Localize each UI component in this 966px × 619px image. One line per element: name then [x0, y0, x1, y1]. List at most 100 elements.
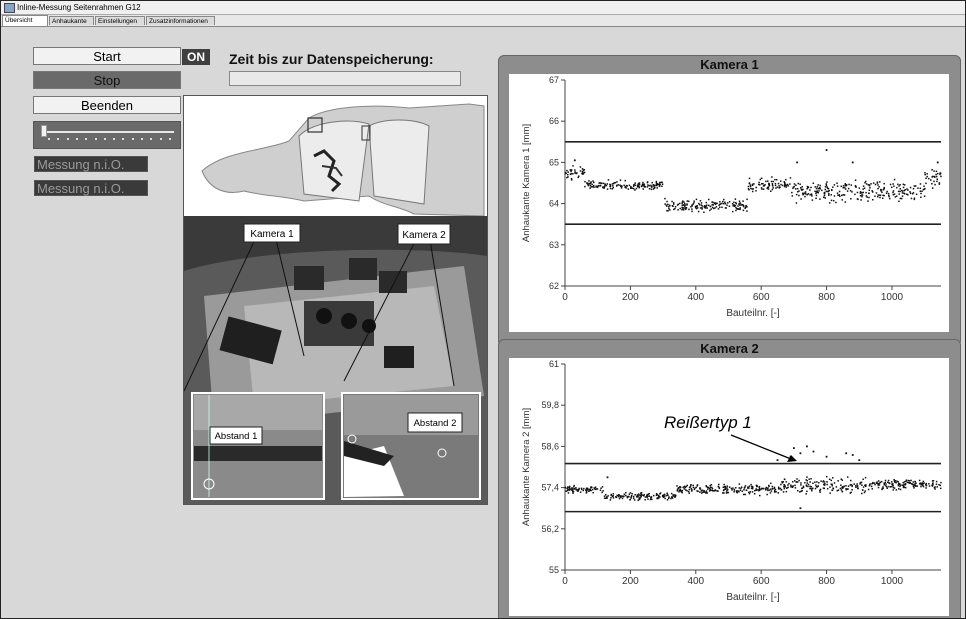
data-point [796, 188, 799, 190]
data-point [814, 186, 817, 188]
data-point [581, 168, 584, 170]
data-point [904, 188, 906, 191]
data-point [900, 484, 902, 486]
data-point [636, 185, 639, 188]
data-point [814, 487, 817, 490]
data-point [879, 194, 881, 196]
data-point [862, 188, 864, 190]
data-point [802, 192, 805, 195]
data-point [854, 193, 856, 196]
data-point [625, 494, 627, 497]
data-point [856, 485, 859, 488]
data-point [772, 180, 774, 183]
data-point [836, 182, 838, 184]
data-point [895, 481, 897, 484]
data-point [867, 488, 870, 491]
beenden-button[interactable]: Beenden [33, 96, 181, 114]
data-point [723, 483, 725, 486]
data-point [677, 209, 679, 211]
data-point [573, 484, 575, 487]
data-point [899, 183, 901, 186]
data-point [892, 190, 895, 192]
x-tick-label: 200 [622, 292, 639, 303]
data-point [624, 186, 626, 188]
data-point [832, 487, 834, 489]
data-point [714, 202, 716, 204]
data-point [705, 490, 708, 492]
data-point [751, 183, 754, 186]
data-point [684, 489, 687, 491]
data-point [767, 180, 769, 182]
data-point [577, 490, 579, 492]
data-point [762, 188, 765, 190]
data-point [652, 183, 655, 186]
data-point [826, 487, 829, 490]
data-point [772, 187, 774, 189]
data-point [616, 181, 618, 183]
data-point [685, 485, 688, 488]
data-point [899, 190, 901, 193]
data-point [588, 180, 590, 182]
data-point [675, 494, 677, 497]
data-point [921, 190, 923, 193]
tab-zusatzinformationen[interactable]: Zusatzinformationen [146, 16, 215, 25]
slider[interactable] [33, 121, 181, 149]
data-point [931, 484, 933, 487]
data-point [678, 491, 680, 493]
data-point [881, 191, 883, 194]
data-point [837, 194, 839, 197]
data-point [656, 187, 658, 189]
data-point [821, 189, 823, 192]
data-point [903, 184, 906, 186]
data-point [823, 487, 826, 490]
data-point [855, 484, 857, 487]
tab-anhaukante[interactable]: Anhaukante [49, 16, 94, 25]
data-point [915, 482, 917, 484]
data-point [730, 487, 733, 490]
data-point [725, 488, 727, 490]
y-tick-label: 56,2 [541, 524, 559, 534]
data-point [695, 207, 698, 210]
slider-thumb[interactable] [41, 125, 47, 137]
stop-button[interactable]: Stop [33, 71, 181, 89]
data-point [724, 201, 726, 204]
data-point [814, 481, 816, 483]
data-point [870, 485, 873, 488]
data-point [780, 183, 782, 186]
data-point [885, 485, 887, 487]
data-point [898, 483, 901, 486]
x-tick-label: 800 [818, 576, 835, 587]
data-point [726, 485, 729, 487]
data-point [585, 491, 588, 493]
data-point [655, 492, 658, 495]
data-point [805, 484, 808, 486]
data-point [876, 481, 878, 483]
data-point [571, 487, 573, 489]
data-point [785, 490, 788, 493]
data-point [872, 182, 875, 184]
data-point [771, 485, 774, 488]
start-button[interactable]: Start [33, 47, 181, 65]
data-point [868, 184, 871, 186]
data-point [575, 172, 578, 175]
data-point [842, 486, 845, 488]
data-point [583, 487, 585, 490]
data-point [794, 188, 797, 190]
tab-uebersicht[interactable]: Übersicht [2, 15, 48, 26]
data-point [642, 184, 644, 186]
data-point [604, 184, 606, 186]
data-point [845, 485, 847, 487]
data-point [751, 188, 754, 190]
data-point [890, 485, 893, 488]
data-point [607, 495, 609, 497]
data-point [632, 495, 635, 498]
data-point [936, 180, 938, 183]
tab-einstellungen[interactable]: Einstellungen [95, 16, 145, 25]
y-tick-label: 61 [549, 359, 559, 369]
data-point [569, 173, 572, 176]
data-point [629, 499, 631, 501]
data-point [919, 187, 922, 190]
data-point [606, 183, 609, 185]
outlier-point [845, 452, 848, 455]
data-point [762, 183, 764, 185]
